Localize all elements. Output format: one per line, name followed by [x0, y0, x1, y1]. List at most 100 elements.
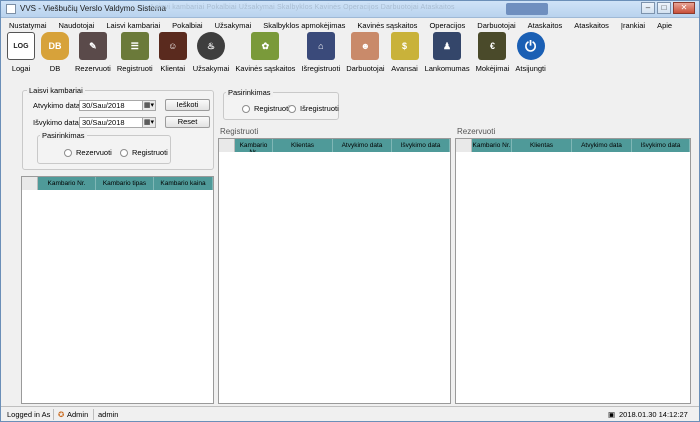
- main-window: VVS - Viešbučių Verslo Valdymo Sistema L…: [0, 0, 700, 422]
- col-header[interactable]: Kambario kaina: [154, 177, 213, 190]
- reset-button[interactable]: Reset: [165, 116, 210, 128]
- menu-kavines-saskaitos[interactable]: Kavinės sąskaitos: [357, 21, 417, 30]
- grid-corner: [22, 177, 38, 190]
- tool-label: DB: [49, 64, 61, 73]
- clients-icon: ☺: [158, 32, 187, 60]
- maximize-button[interactable]: □: [657, 2, 671, 14]
- arrival-date-input[interactable]: 30/Sau/2018: [79, 100, 143, 111]
- window-title: VVS - Viešbučių Verslo Valdymo Sistema: [20, 4, 166, 13]
- col-header[interactable]: Kambario Nr.: [472, 139, 512, 152]
- menu-skalbyklos[interactable]: Skalbyklos apmokėjimas: [263, 21, 345, 30]
- title-ghost-button: [506, 3, 548, 15]
- menu-laisvi-kambariai[interactable]: Laisvi kambariai: [106, 21, 160, 30]
- col-header[interactable]: Kambario Nr.: [235, 139, 273, 152]
- close-button[interactable]: ✕: [673, 2, 695, 14]
- attendance-icon: ♟: [433, 32, 462, 60]
- free-rooms-group: Laisvi kambariai Atvykimo data : 30/Sau/…: [22, 86, 214, 170]
- menu-ataskaitos-2[interactable]: Ataskaitos: [574, 21, 609, 30]
- reserved-grid[interactable]: Kambario Nr. Klientas Atvykimo data Išvy…: [455, 138, 691, 404]
- tool-lankomumas[interactable]: ♟ Lankomumas: [425, 32, 470, 80]
- tool-label: Atsijungti: [515, 64, 546, 73]
- free-rooms-grid[interactable]: Kambario Nr. Kambario tipas Kambario kai…: [21, 176, 214, 404]
- menu-irankiai[interactable]: Įrankiai: [621, 21, 645, 30]
- logged-in-label: Logged in As :: [7, 410, 55, 419]
- registered-grid[interactable]: Kambario Nr. Klientas Atvykimo data Išvy…: [218, 138, 451, 404]
- col-header[interactable]: Išvykimo data: [632, 139, 690, 152]
- col-header[interactable]: Atvykimo data: [333, 139, 392, 152]
- menu-operacijos[interactable]: Operacijos: [429, 21, 465, 30]
- tool-isregistruoti[interactable]: ⌂ Išregistruoti: [301, 32, 340, 80]
- choice-legend: Pasirinkimas: [40, 131, 87, 140]
- menu-bar: Nustatymai Naudotojai Laisvi kambariai P…: [1, 18, 699, 32]
- tool-db[interactable]: DB DB: [41, 32, 69, 80]
- user-name: admin: [98, 410, 119, 419]
- col-header[interactable]: Klientas: [273, 139, 333, 152]
- radio-dot: [242, 104, 250, 113]
- radio-registruoti[interactable]: Registruoti: [120, 148, 168, 157]
- tool-rezervuoti[interactable]: ✎ Rezervuoti: [75, 32, 111, 80]
- reserved-title: Rezervuoti: [457, 127, 496, 136]
- tool-label: Registruoti: [116, 64, 153, 73]
- tool-klientai[interactable]: ☺ Klientai: [158, 32, 187, 80]
- tool-label: Užsakymai: [192, 64, 230, 73]
- tool-label: Rezervuoti: [75, 64, 111, 73]
- col-header[interactable]: Kambario tipas: [96, 177, 154, 190]
- status-separator: [93, 409, 94, 420]
- tool-mokejimai[interactable]: € Mokėjimai: [476, 32, 509, 80]
- menu-ataskaitos[interactable]: Ataskaitos: [528, 21, 563, 30]
- tool-kavines-saskaitos[interactable]: ✿ Kavinės sąskaitos: [235, 32, 295, 80]
- employees-icon: ☻: [351, 32, 380, 60]
- col-header[interactable]: Atvykimo data: [572, 139, 632, 152]
- tool-registruoti[interactable]: ☰ Registruoti: [117, 32, 153, 80]
- status-separator: [53, 409, 54, 420]
- tool-label: Darbuotojai: [346, 64, 385, 73]
- free-rooms-choice-group: Pasirinkimas Rezervuoti Registruoti: [37, 131, 171, 164]
- arrival-label: Atvykimo data :: [33, 101, 85, 110]
- menu-darbuotojai[interactable]: Darbuotojai: [477, 21, 515, 30]
- departure-label: Išvykimo data :: [33, 118, 84, 127]
- tool-darbuotojai[interactable]: ☻ Darbuotojai: [346, 32, 385, 80]
- registered-title: Registruoti: [220, 127, 259, 136]
- menu-naudotojai[interactable]: Naudotojai: [59, 21, 95, 30]
- radio-isregistruoti[interactable]: Išregistruoti: [288, 104, 339, 113]
- radio-dot: [288, 104, 296, 113]
- col-header[interactable]: Klientas: [512, 139, 572, 152]
- tool-avansai[interactable]: $ Avansai: [390, 32, 419, 80]
- minimize-button[interactable]: –: [641, 2, 655, 14]
- calendar-dropdown-icon[interactable]: ▦▾: [142, 117, 156, 128]
- calendar-dropdown-icon[interactable]: ▦▾: [142, 100, 156, 111]
- tool-logai[interactable]: LOG Logai: [7, 32, 35, 80]
- col-header[interactable]: Kambario Nr.: [38, 177, 96, 190]
- menu-uzsakymai[interactable]: Užsakymai: [215, 21, 252, 30]
- radio-label: Išregistruoti: [300, 104, 339, 113]
- radio-rezervuoti[interactable]: Rezervuoti: [64, 148, 112, 157]
- grid-corner: [219, 139, 235, 152]
- checkout-icon: ⌂: [306, 32, 335, 60]
- title-ghost-text: Laisvi kambariai Pokalbiai Užsakymai Ska…: [151, 4, 455, 11]
- menu-pokalbiai[interactable]: Pokalbiai: [172, 21, 202, 30]
- menu-apie[interactable]: Apie: [657, 21, 672, 30]
- radio-label: Registruoti: [132, 148, 168, 157]
- reserve-icon: ✎: [78, 32, 107, 60]
- right-choice-group: Pasirinkimas Registruoti Išregistruoti: [223, 88, 339, 120]
- col-header[interactable]: Išvykimo data: [392, 139, 450, 152]
- grid-corner: [456, 139, 472, 152]
- orders-icon: ♨: [197, 32, 226, 60]
- advances-icon: $: [390, 32, 419, 60]
- tool-atsijungti[interactable]: ⏻ Atsijungti: [515, 32, 546, 80]
- payments-icon: €: [478, 32, 507, 60]
- title-bar: VVS - Viešbučių Verslo Valdymo Sistema L…: [1, 1, 699, 18]
- status-bar: Logged in As : ✪ Admin admin ▣ 2018.01.3…: [1, 406, 699, 421]
- cafe-bills-icon: ✿: [251, 32, 280, 60]
- radio-registruoti-right[interactable]: Registruoti: [242, 104, 290, 113]
- tool-label: Logai: [11, 64, 31, 73]
- search-button[interactable]: Ieškoti: [165, 99, 210, 111]
- departure-date-input[interactable]: 30/Sau/2018: [79, 117, 143, 128]
- tool-uzsakymai[interactable]: ♨ Užsakymai: [192, 32, 230, 80]
- app-icon: [6, 4, 16, 14]
- radio-label: Registruoti: [254, 104, 290, 113]
- clock-icon: ▣: [608, 410, 616, 419]
- tool-label: Kavinės sąskaitos: [235, 64, 296, 73]
- menu-nustatymai[interactable]: Nustatymai: [9, 21, 47, 30]
- admin-role-icon: ✪: [58, 410, 65, 419]
